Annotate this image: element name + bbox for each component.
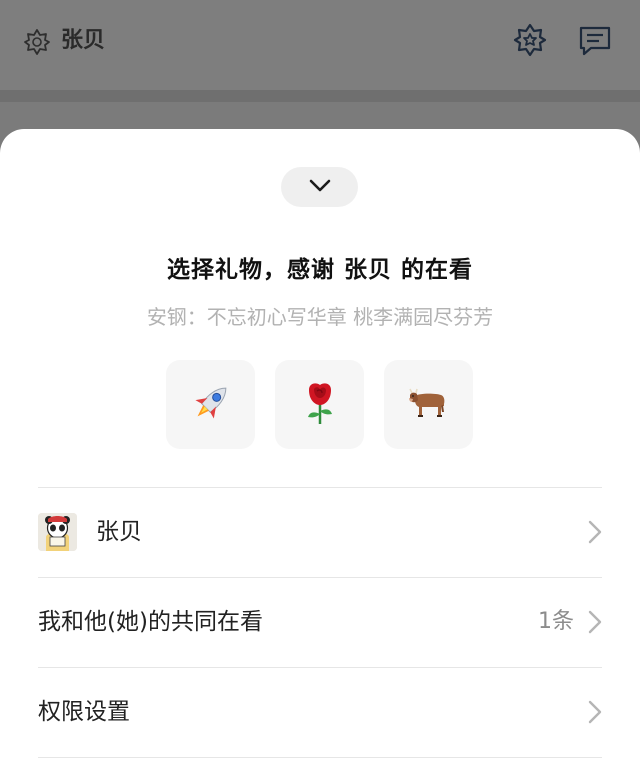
- permission-settings-row[interactable]: 权限设置: [38, 668, 602, 757]
- cow-icon: [407, 386, 451, 424]
- rocket-gift[interactable]: [166, 360, 255, 449]
- chevron-right-icon: [588, 609, 602, 635]
- rose-icon: [300, 380, 340, 430]
- chevron-down-icon: [309, 178, 331, 197]
- rose-gift[interactable]: [275, 360, 364, 449]
- shape-icon[interactable]: [24, 29, 50, 55]
- page-title: 张贝: [61, 28, 106, 53]
- common-views-count: 1条: [538, 609, 574, 634]
- avatar: [38, 513, 77, 551]
- gift-bottom-sheet: 选择礼物，感谢 张贝 的在看 安钢：不忘初心写华章 桃李满园尽芬芳 张贝 我和他…: [0, 129, 640, 769]
- rocket-icon: [188, 380, 234, 430]
- message-icon[interactable]: [578, 25, 612, 59]
- common-views-label: 我和他(她)的共同在看: [38, 609, 263, 635]
- star-badge-icon[interactable]: [513, 23, 547, 57]
- permission-settings-label: 权限设置: [38, 699, 130, 725]
- divider: [38, 757, 602, 758]
- article-title: 安钢：不忘初心写华章 桃李满园尽芬芳: [146, 305, 494, 329]
- cow-gift[interactable]: [384, 360, 473, 449]
- chevron-right-icon: [588, 699, 602, 725]
- user-name: 张贝: [96, 519, 142, 545]
- chevron-right-icon: [588, 519, 602, 545]
- user-profile-row[interactable]: 张贝: [38, 488, 602, 577]
- sheet-title: 选择礼物，感谢 张贝 的在看: [166, 257, 473, 283]
- collapse-button[interactable]: [281, 167, 358, 207]
- divider-strip: [0, 90, 640, 102]
- common-views-row[interactable]: 我和他(她)的共同在看 1条: [38, 578, 602, 667]
- top-bar: 张贝: [0, 0, 640, 90]
